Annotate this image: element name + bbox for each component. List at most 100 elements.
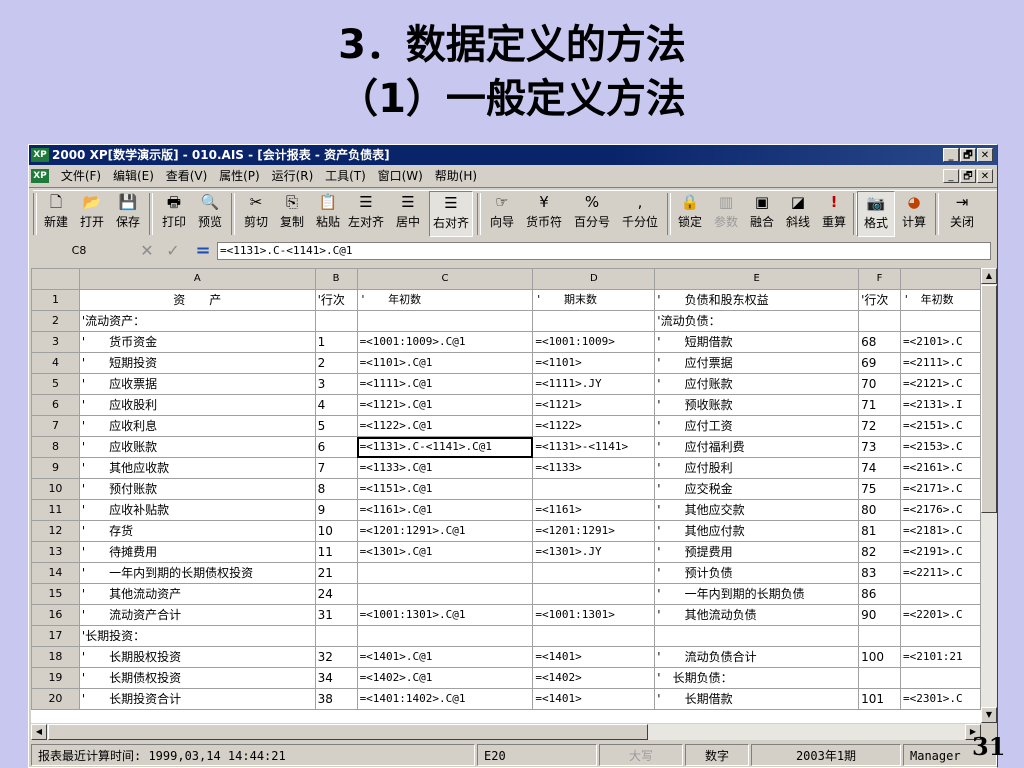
- cell-e19[interactable]: ' 长期负债：: [654, 667, 860, 689]
- cell-c19[interactable]: =<1402>.C@1: [356, 667, 534, 689]
- row-header[interactable]: 15: [31, 583, 80, 605]
- cell-d9[interactable]: =<1133>: [532, 457, 656, 479]
- new-button[interactable]: 🗋 新建: [37, 191, 75, 237]
- cell-c11[interactable]: =<1161>.C@1: [356, 499, 534, 521]
- cell-c18[interactable]: =<1401>.C@1: [356, 646, 534, 668]
- cell-f16[interactable]: 90: [858, 604, 902, 626]
- cell-a11[interactable]: ' 应收补贴款: [78, 499, 316, 521]
- recalculate-button[interactable]: ! 重算: [815, 191, 853, 237]
- cell-b20[interactable]: 38: [314, 688, 358, 710]
- cell-b18[interactable]: 32: [314, 646, 358, 668]
- close-button[interactable]: ⇥ 关闭: [943, 191, 981, 237]
- column-header-f[interactable]: F: [858, 268, 902, 290]
- cell-c17[interactable]: [356, 625, 534, 647]
- cell-a7[interactable]: ' 应收利息: [78, 415, 316, 437]
- row-header[interactable]: 1: [31, 289, 80, 311]
- cell-c1[interactable]: ' 年初数: [356, 289, 534, 311]
- parameter-button[interactable]: ▥ 参数: [707, 191, 745, 237]
- cell-g3[interactable]: =<2101>.C: [900, 331, 981, 353]
- cell-g6[interactable]: =<2131>.I: [900, 394, 981, 416]
- cell-d7[interactable]: =<1122>: [532, 415, 656, 437]
- cell-b17[interactable]: [314, 625, 358, 647]
- row-header[interactable]: 14: [31, 562, 80, 584]
- vertical-scroll-thumb[interactable]: [981, 285, 997, 513]
- row-header[interactable]: 13: [31, 541, 80, 563]
- cell-f20[interactable]: 101: [858, 688, 902, 710]
- cell-c14[interactable]: [356, 562, 534, 584]
- row-header[interactable]: 6: [31, 394, 80, 416]
- cell-a8[interactable]: ' 应收账款: [78, 436, 316, 458]
- align-left-button[interactable]: ☰ 左对齐: [345, 191, 387, 237]
- cell-a5[interactable]: ' 应收票据: [78, 373, 316, 395]
- cell-b19[interactable]: 34: [314, 667, 358, 689]
- cell-g12[interactable]: =<2181>.C: [900, 520, 981, 542]
- cell-d12[interactable]: =<1201:1291>: [532, 520, 656, 542]
- cell-a20[interactable]: ' 长期投资合计: [78, 688, 316, 710]
- preview-button[interactable]: 🔍 预览: [191, 191, 229, 237]
- copy-button[interactable]: ⎘ 复制: [273, 191, 311, 237]
- scroll-left-icon[interactable]: ◀: [31, 724, 47, 740]
- lock-button[interactable]: 🔒 锁定: [671, 191, 709, 237]
- cell-e1[interactable]: ' 负债和股东权益: [654, 289, 860, 311]
- doc-restore-button[interactable]: 🗗: [960, 169, 976, 183]
- cell-a9[interactable]: ' 其他应收款: [78, 457, 316, 479]
- cell-e10[interactable]: ' 应交税金: [654, 478, 860, 500]
- cell-d1[interactable]: ' 期末数: [532, 289, 656, 311]
- cell-c10[interactable]: =<1151>.C@1: [356, 478, 534, 500]
- cell-f17[interactable]: [858, 625, 902, 647]
- cell-c3[interactable]: =<1001:1009>.C@1: [356, 331, 534, 353]
- cell-b9[interactable]: 7: [314, 457, 358, 479]
- cell-c2[interactable]: [356, 310, 534, 332]
- cell-d18[interactable]: =<1401>: [532, 646, 656, 668]
- cell-a17[interactable]: '长期投资：: [78, 625, 316, 647]
- cell-g20[interactable]: =<2301>.C: [900, 688, 981, 710]
- cell-f8[interactable]: 73: [858, 436, 902, 458]
- cell-c16[interactable]: =<1001:1301>.C@1: [356, 604, 534, 626]
- cancel-icon[interactable]: ✕: [135, 241, 159, 261]
- cell-f19[interactable]: [858, 667, 902, 689]
- menu-file[interactable]: 文件(F): [57, 166, 105, 187]
- row-header[interactable]: 8: [31, 436, 80, 458]
- close-window-button[interactable]: ✕: [977, 148, 993, 162]
- cell-a4[interactable]: ' 短期投资: [78, 352, 316, 374]
- menu-view[interactable]: 查看(V): [162, 166, 212, 187]
- open-button[interactable]: 📂 打开: [73, 191, 111, 237]
- horizontal-scroll-thumb[interactable]: [48, 724, 648, 740]
- save-button[interactable]: 💾 保存: [109, 191, 147, 237]
- row-header[interactable]: 16: [31, 604, 80, 626]
- cell-b10[interactable]: 8: [314, 478, 358, 500]
- row-header[interactable]: 19: [31, 667, 80, 689]
- cell-c7[interactable]: =<1122>.C@1: [356, 415, 534, 437]
- cell-f4[interactable]: 69: [858, 352, 902, 374]
- cell-c15[interactable]: [356, 583, 534, 605]
- cell-e15[interactable]: ' 一年内到期的长期负债: [654, 583, 860, 605]
- row-header[interactable]: 9: [31, 457, 80, 479]
- wizard-button[interactable]: ☞ 向导: [483, 191, 521, 237]
- cell-d15[interactable]: [532, 583, 656, 605]
- row-header[interactable]: 3: [31, 331, 80, 353]
- cell-b13[interactable]: 11: [314, 541, 358, 563]
- restore-button[interactable]: 🗗: [960, 148, 976, 162]
- cell-g10[interactable]: =<2171>.C: [900, 478, 981, 500]
- cell-b4[interactable]: 2: [314, 352, 358, 374]
- cell-c13[interactable]: =<1301>.C@1: [356, 541, 534, 563]
- cell-e4[interactable]: ' 应付票据: [654, 352, 860, 374]
- cell-c5[interactable]: =<1111>.C@1: [356, 373, 534, 395]
- cell-g9[interactable]: =<2161>.C: [900, 457, 981, 479]
- cell-d19[interactable]: =<1402>: [532, 667, 656, 689]
- row-header[interactable]: 11: [31, 499, 80, 521]
- column-header-g[interactable]: [900, 268, 981, 290]
- cell-g15[interactable]: [900, 583, 981, 605]
- cell-f6[interactable]: 71: [858, 394, 902, 416]
- cell-g11[interactable]: =<2176>.C: [900, 499, 981, 521]
- align-right-button[interactable]: ☰ 右对齐: [429, 191, 473, 237]
- menu-run[interactable]: 运行(R): [268, 166, 318, 187]
- cell-c20[interactable]: =<1401:1402>.C@1: [356, 688, 534, 710]
- row-header[interactable]: 5: [31, 373, 80, 395]
- cell-c4[interactable]: =<1101>.C@1: [356, 352, 534, 374]
- cell-e11[interactable]: ' 其他应交款: [654, 499, 860, 521]
- scroll-up-icon[interactable]: ▲: [981, 268, 997, 284]
- paste-button[interactable]: 📋 粘贴: [309, 191, 347, 237]
- cell-c6[interactable]: =<1121>.C@1: [356, 394, 534, 416]
- cell-f13[interactable]: 82: [858, 541, 902, 563]
